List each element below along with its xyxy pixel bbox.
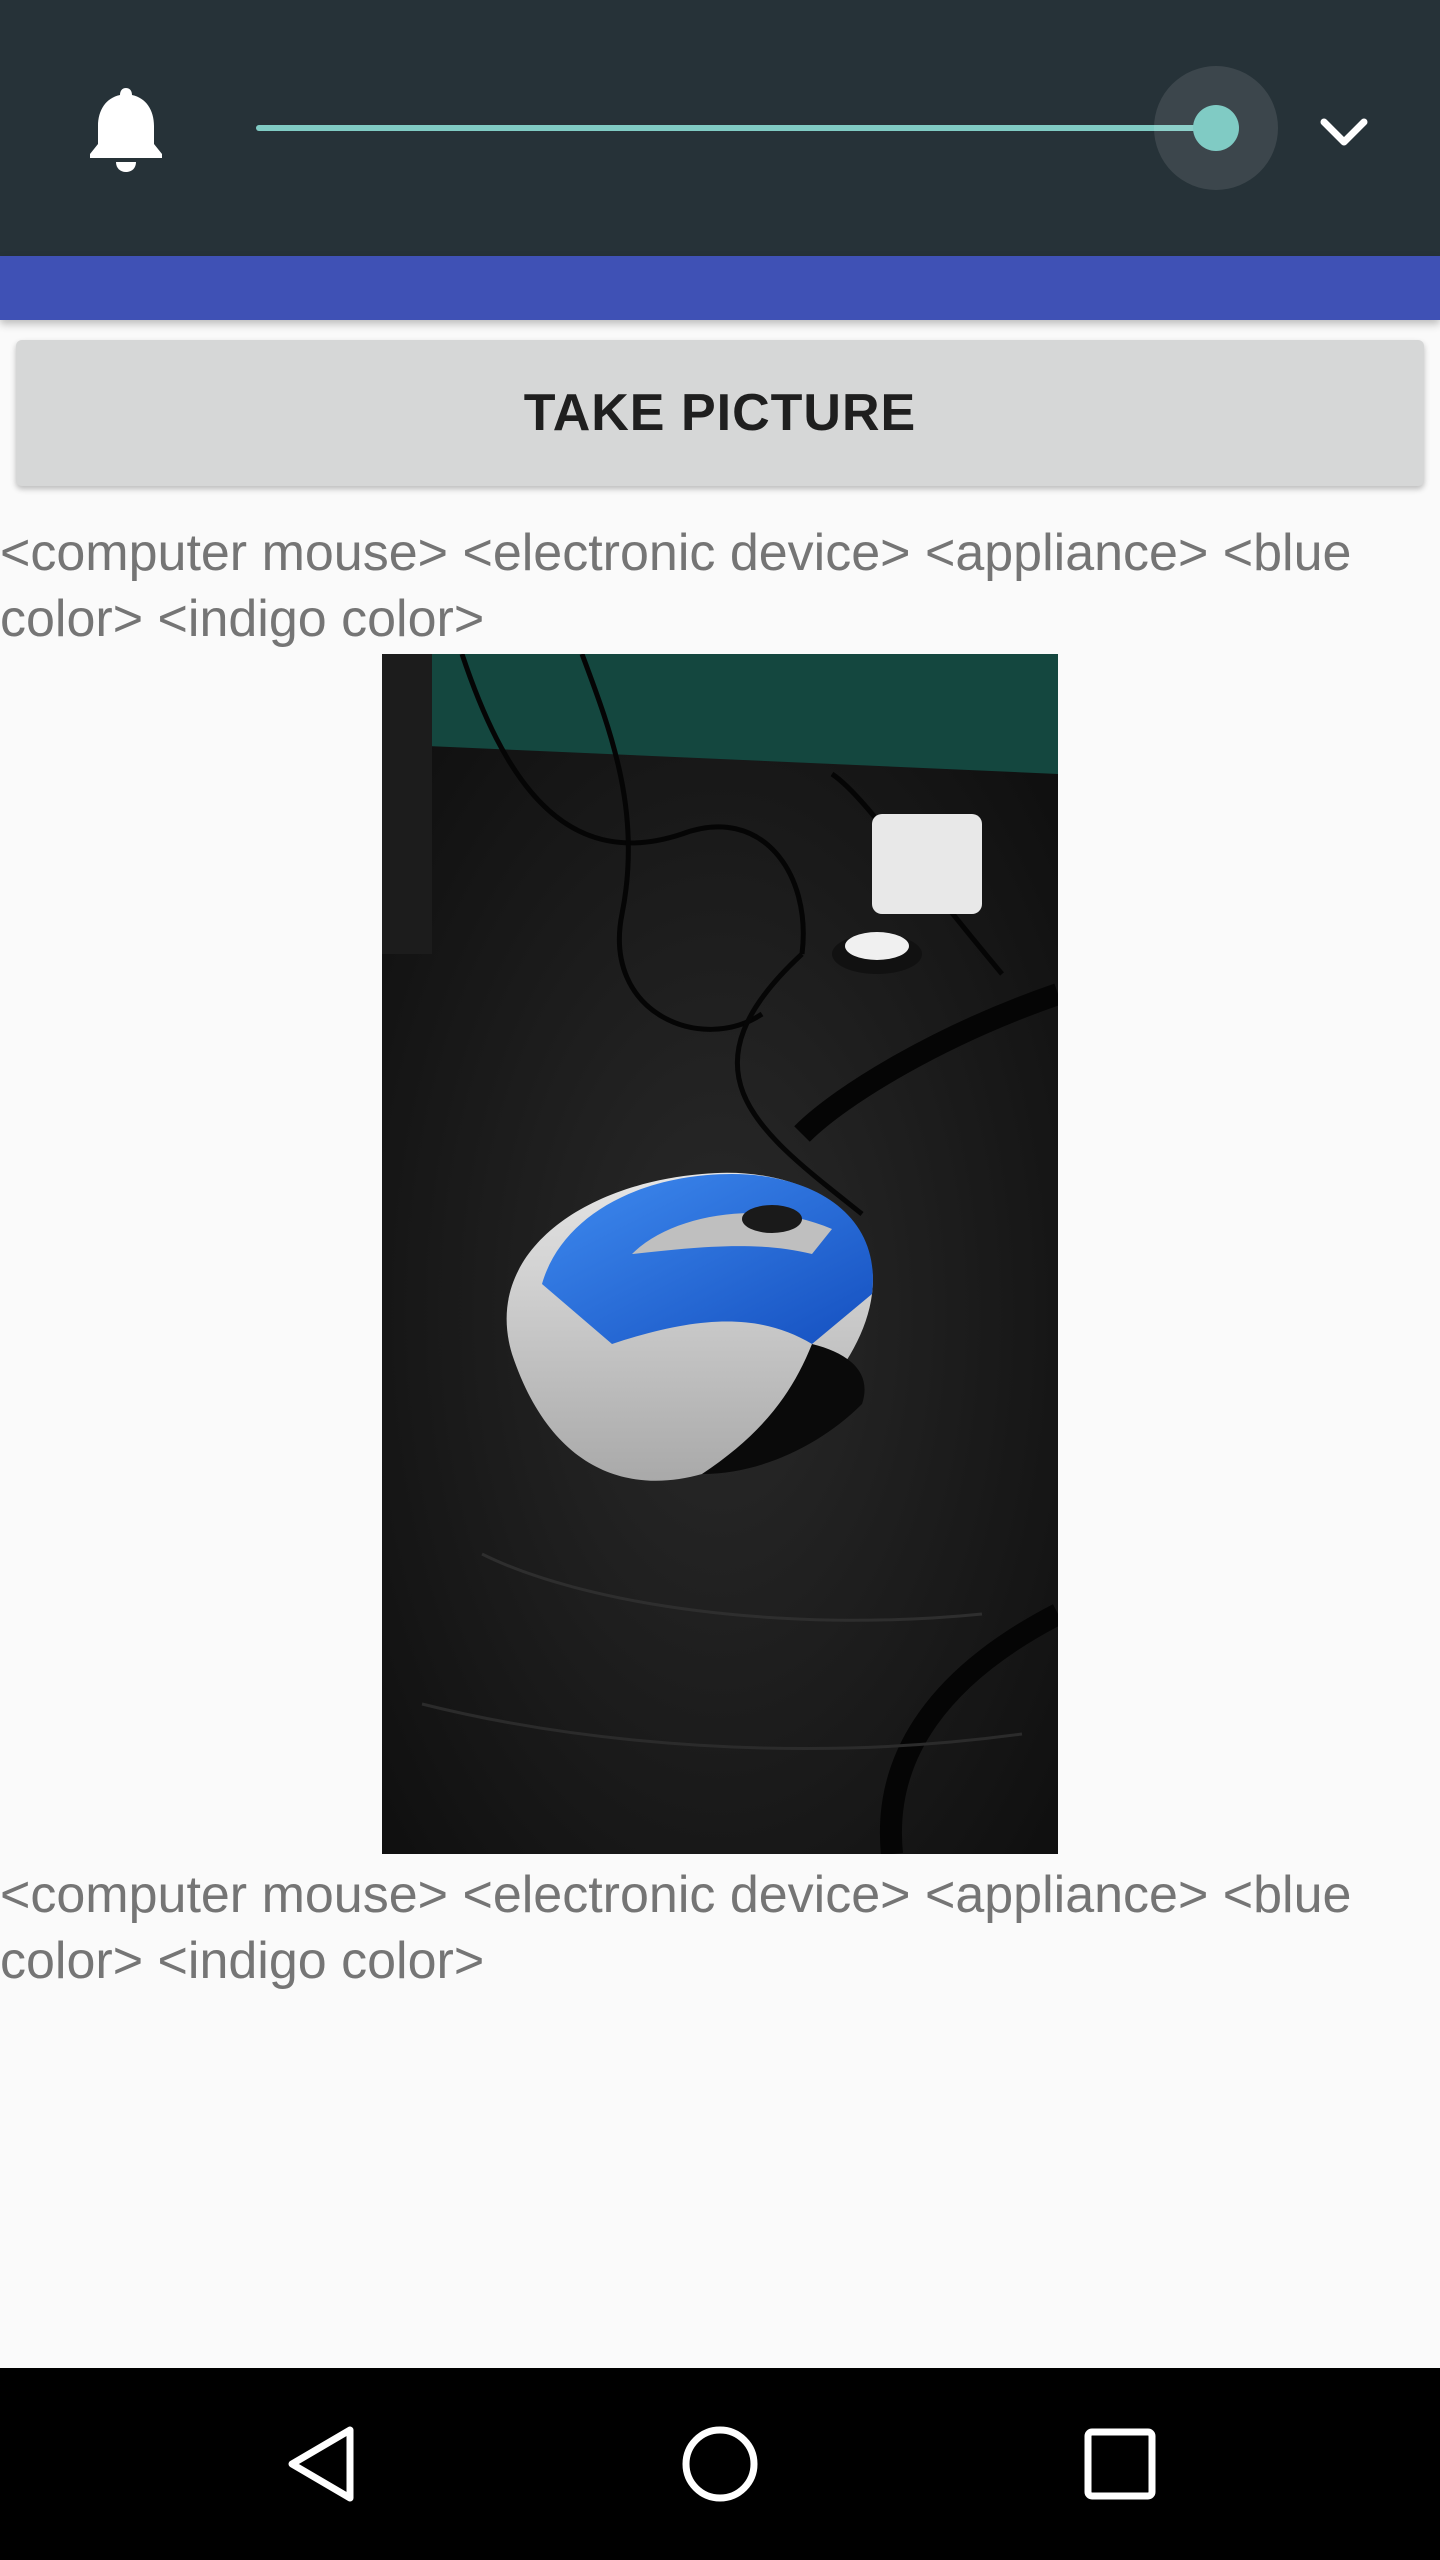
detected-labels-bottom: <computer mouse> <electronic device> <ap… bbox=[0, 1866, 1352, 1990]
volume-panel bbox=[0, 0, 1440, 256]
detected-labels-top: <computer mouse> <electronic device> <ap… bbox=[0, 524, 1352, 648]
captured-photo bbox=[382, 654, 1058, 1854]
system-navigation-bar bbox=[0, 2368, 1440, 2560]
recents-square-icon[interactable] bbox=[1070, 2414, 1170, 2514]
take-picture-button[interactable]: TAKE PICTURE bbox=[16, 340, 1424, 486]
bell-icon[interactable] bbox=[86, 84, 166, 174]
home-circle-icon[interactable] bbox=[670, 2414, 770, 2514]
chevron-down-icon[interactable] bbox=[1312, 100, 1376, 164]
volume-slider[interactable] bbox=[256, 66, 1278, 190]
app-bar bbox=[0, 256, 1440, 320]
slider-thumb[interactable] bbox=[1193, 105, 1239, 151]
back-triangle-icon[interactable] bbox=[272, 2414, 372, 2514]
slider-fill bbox=[256, 125, 1216, 131]
